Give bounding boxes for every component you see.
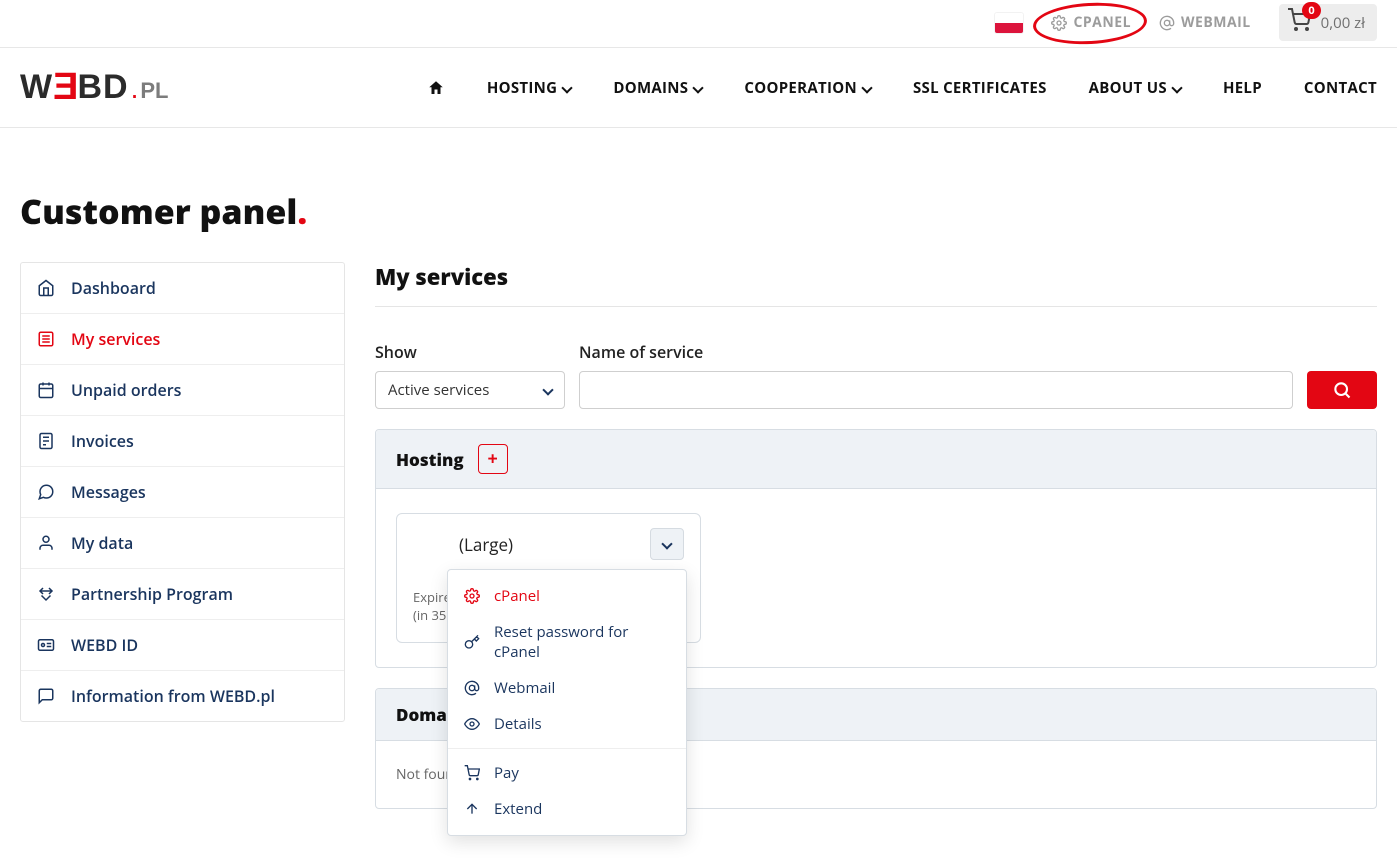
chevron-down-icon [693, 82, 704, 93]
dropdown-cpanel[interactable]: cPanel [448, 578, 686, 614]
webmail-link[interactable]: WEBMAIL [1159, 13, 1251, 32]
sidebar-item-partnership[interactable]: Partnership Program [21, 569, 344, 620]
dropdown-details[interactable]: Details [448, 706, 686, 742]
speech-icon [37, 687, 55, 705]
dropdown-pay[interactable]: Pay [448, 755, 686, 791]
sidebar-item-label: WEBD ID [71, 634, 138, 656]
sidebar-item-label: Messages [71, 481, 146, 503]
expire-days: (in 35 [413, 606, 446, 624]
show-select[interactable]: Active services [375, 371, 565, 409]
nav-hosting[interactable]: HOSTING [487, 78, 572, 98]
sidebar-item-label: My data [71, 532, 133, 554]
sidebar-item-label: Invoices [71, 430, 134, 452]
sidebar-item-webdid[interactable]: WEBD ID [21, 620, 344, 671]
cpanel-link[interactable]: CPANEL [1051, 13, 1131, 32]
flag-poland[interactable] [995, 13, 1023, 33]
id-icon [37, 636, 55, 654]
sidebar-item-info[interactable]: Information from WEBD.pl [21, 671, 344, 721]
nav-about[interactable]: ABOUT US [1089, 78, 1181, 98]
not-found-text: Not foun [396, 765, 454, 784]
file-icon [37, 432, 55, 450]
show-label: Show [375, 341, 565, 363]
chevron-down-icon [661, 538, 672, 549]
nav-home[interactable] [427, 79, 445, 97]
home-icon [37, 279, 55, 297]
sidebar-item-label: Unpaid orders [71, 379, 181, 401]
name-label: Name of service [579, 341, 1293, 363]
cart-amount: 0,00 zł [1321, 13, 1365, 33]
card-dropdown: cPanel Reset password for cPanel Webmail [447, 569, 687, 836]
search-icon [1332, 380, 1352, 400]
hosting-title: Hosting [396, 448, 464, 471]
at-icon [464, 680, 480, 696]
webmail-label: WEBMAIL [1181, 13, 1251, 32]
gear-icon [464, 588, 480, 604]
cpanel-label: CPANEL [1073, 13, 1131, 32]
gear-icon [1051, 15, 1067, 31]
handshake-icon [37, 585, 55, 603]
dropdown-extend[interactable]: Extend [448, 791, 686, 827]
calendar-icon [37, 381, 55, 399]
cart-button[interactable]: 0 0,00 zł [1279, 4, 1377, 41]
dropdown-webmail[interactable]: Webmail [448, 670, 686, 706]
dropdown-reset-password[interactable]: Reset password for cPanel [448, 614, 686, 670]
nav-help[interactable]: HELP [1223, 78, 1262, 98]
sidebar-item-label: My services [71, 328, 160, 350]
search-button[interactable] [1307, 371, 1377, 409]
sidebar-item-label: Dashboard [71, 277, 156, 299]
chat-icon [37, 483, 55, 501]
sidebar-item-messages[interactable]: Messages [21, 467, 344, 518]
domains-title: Domai [396, 703, 452, 726]
chevron-down-icon [1171, 82, 1182, 93]
eye-icon [464, 716, 480, 732]
hosting-panel: Hosting + (Large) Expire (in 35 [375, 429, 1377, 668]
home-icon [427, 79, 445, 97]
arrow-up-icon [464, 801, 480, 817]
chevron-down-icon [861, 82, 872, 93]
nav-domains[interactable]: DOMAINS [613, 78, 702, 98]
service-name-input[interactable] [579, 371, 1293, 409]
cart-badge: 0 [1302, 2, 1320, 19]
list-icon [37, 330, 55, 348]
nav-ssl[interactable]: SSL CERTIFICATES [913, 78, 1047, 98]
card-title: (Large) [413, 533, 513, 556]
user-icon [37, 534, 55, 552]
cart-icon [464, 765, 480, 781]
sidebar: Dashboard My services Unpaid orders Invo… [20, 262, 345, 722]
sidebar-item-label: Partnership Program [71, 583, 233, 605]
sidebar-item-unpaid[interactable]: Unpaid orders [21, 365, 344, 416]
card-expand-button[interactable] [650, 528, 684, 560]
at-icon [1159, 15, 1175, 31]
chevron-down-icon [542, 384, 553, 395]
logo[interactable]: WEBD.PL [20, 66, 168, 109]
chevron-down-icon [562, 82, 573, 93]
sidebar-item-mydata[interactable]: My data [21, 518, 344, 569]
sidebar-item-invoices[interactable]: Invoices [21, 416, 344, 467]
hosting-card: (Large) Expire (in 35 [396, 513, 701, 643]
add-hosting-button[interactable]: + [478, 444, 508, 474]
nav-contact[interactable]: CONTACT [1304, 78, 1377, 98]
sidebar-item-dashboard[interactable]: Dashboard [21, 263, 344, 314]
section-heading: My services [375, 262, 1377, 307]
sidebar-item-services[interactable]: My services [21, 314, 344, 365]
sidebar-item-label: Information from WEBD.pl [71, 685, 275, 707]
expire-label: Expire [413, 588, 451, 606]
page-title: Customer panel. [20, 188, 1377, 234]
key-icon [464, 634, 480, 650]
nav-cooperation[interactable]: COOPERATION [744, 78, 871, 98]
